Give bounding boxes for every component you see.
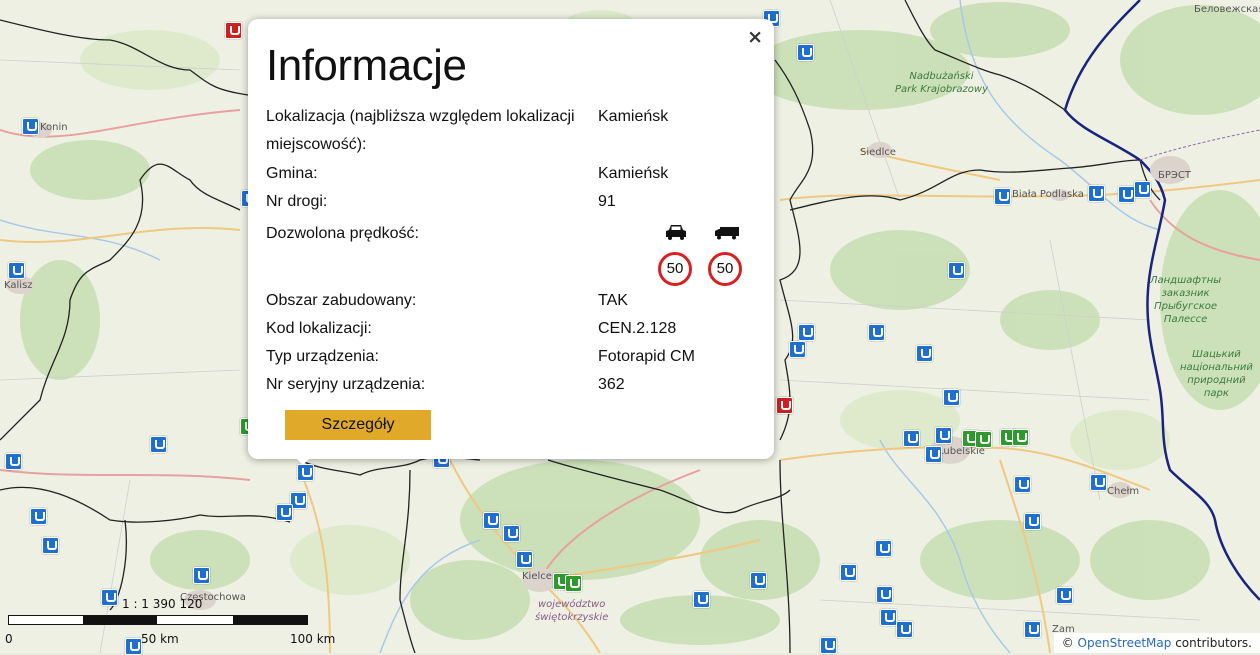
speed-camera-marker[interactable]: [935, 427, 952, 444]
close-button[interactable]: ×: [747, 26, 763, 48]
speed-camera-marker[interactable]: [1014, 476, 1031, 493]
speed-camera-marker[interactable]: [925, 446, 942, 463]
details-button[interactable]: Szczegóły: [285, 410, 431, 440]
scale-label-mid: 50 km: [141, 632, 179, 646]
location-code-label: Kod lokalizacji:: [266, 320, 372, 337]
speed-camera-marker[interactable]: [193, 567, 210, 584]
popup-title: Informacje: [266, 41, 467, 90]
serial-number-label: Nr seryjny urządzenia:: [266, 376, 426, 393]
speed-camera-marker[interactable]: [916, 345, 933, 362]
place-label-bialowieska: Беловежская: [1194, 4, 1260, 15]
speed-camera-marker[interactable]: [42, 537, 59, 554]
speed-camera-marker[interactable]: [101, 589, 118, 606]
place-label-biala-podlaska: Biała Podlaska: [1012, 189, 1084, 200]
speed-camera-marker[interactable]: [5, 453, 22, 470]
speed-camera-marker[interactable]: [1134, 181, 1151, 198]
speed-camera-marker[interactable]: [565, 575, 582, 592]
speed-camera-marker[interactable]: [1088, 185, 1105, 202]
place-label-nadbuzanski: Nadbużański Park Krajobrazowy: [895, 71, 988, 95]
speed-camera-marker[interactable]: [776, 397, 793, 414]
speed-camera-marker[interactable]: [820, 637, 837, 654]
speed-camera-marker[interactable]: [798, 324, 815, 341]
popup-pointer: [293, 455, 313, 465]
place-label-konin: Konin: [40, 122, 68, 133]
speed-camera-marker[interactable]: [750, 572, 767, 589]
built-up-area-label: Obszar zabudowany:: [266, 292, 417, 309]
municipality-label: Gmina:: [266, 165, 318, 182]
speed-camera-marker[interactable]: [896, 621, 913, 638]
speed-camera-marker[interactable]: [994, 188, 1011, 205]
scale-bar: [8, 615, 308, 625]
location-label-cont: miejscowość):: [266, 136, 367, 153]
osm-link[interactable]: OpenStreetMap: [1078, 636, 1172, 650]
municipality-value: Kamieńsk: [598, 165, 669, 182]
speed-camera-marker[interactable]: [22, 118, 39, 135]
speed-camera-marker[interactable]: [880, 609, 897, 626]
road-number-value: 91: [598, 193, 616, 210]
scale-label-end: 100 km: [290, 632, 336, 646]
place-label-siedlce: Siedlce: [860, 147, 897, 158]
speed-camera-marker[interactable]: [943, 389, 960, 406]
speed-camera-marker[interactable]: [840, 564, 857, 581]
speed-camera-marker[interactable]: [797, 44, 814, 61]
speed-camera-marker[interactable]: [1090, 474, 1107, 491]
place-label-shatsky: Шацький національний природний парк: [1180, 349, 1253, 399]
place-label-zakaznik: Ландшафтны заказник Прыбугское Палессе: [1150, 275, 1222, 325]
place-label-chelm: Chełm: [1107, 486, 1140, 497]
speed-camera-marker[interactable]: [975, 431, 992, 448]
built-up-area-value: TAK: [598, 292, 628, 309]
map-attribution: © OpenStreetMap contributors.: [1053, 633, 1260, 653]
speed-camera-marker[interactable]: [1024, 513, 1041, 530]
speed-camera-marker[interactable]: [225, 22, 242, 39]
speed-camera-marker[interactable]: [693, 591, 710, 608]
device-type-value: Fotorapid CM: [598, 348, 695, 365]
car-icon: [666, 225, 686, 240]
location-label: Lokalizacja (najbliższa względem lokaliz…: [266, 108, 575, 125]
speed-camera-marker[interactable]: [8, 262, 25, 279]
scale-label-zero: 0: [5, 632, 13, 646]
scale-ratio: 1 : 1 390 120: [122, 597, 203, 611]
place-label-kielce: Kielce: [522, 571, 552, 582]
speed-camera-marker[interactable]: [1012, 429, 1029, 446]
speed-limit-label: Dozwolona prędkość:: [266, 225, 419, 242]
speed-camera-marker[interactable]: [876, 586, 893, 603]
speed-camera-marker[interactable]: [1118, 186, 1135, 203]
speed-camera-marker[interactable]: [875, 540, 892, 557]
speed-camera-marker[interactable]: [503, 525, 520, 542]
speed-camera-marker[interactable]: [868, 324, 885, 341]
truck-speed-limit-sign: 50: [708, 252, 742, 286]
speed-camera-marker[interactable]: [1056, 587, 1073, 604]
speed-camera-marker[interactable]: [948, 262, 965, 279]
speed-camera-marker[interactable]: [789, 341, 806, 358]
place-label-swietokrzyskie: województwo świętokrzyskie: [535, 599, 609, 623]
speed-camera-marker[interactable]: [125, 638, 142, 655]
speed-camera-marker[interactable]: [30, 508, 47, 525]
place-label-brest: БРЭСТ: [1158, 170, 1191, 181]
place-label-kalisz: Kalisz: [4, 280, 33, 291]
speed-camera-marker[interactable]: [297, 464, 314, 481]
road-number-label: Nr drogi:: [266, 193, 328, 210]
truck-icon: [715, 227, 739, 240]
speed-camera-marker[interactable]: [276, 504, 293, 521]
speed-camera-marker[interactable]: [483, 512, 500, 529]
speed-camera-marker[interactable]: [150, 436, 167, 453]
serial-number-value: 362: [598, 376, 625, 393]
location-code-value: CEN.2.128: [598, 320, 677, 337]
location-value: Kamieńsk: [598, 108, 669, 125]
info-popup: × Informacje Lokalizacja (najbliższa wzg…: [248, 19, 774, 459]
device-type-label: Typ urządzenia:: [266, 348, 379, 365]
car-speed-limit-sign: 50: [658, 252, 692, 286]
speed-camera-marker[interactable]: [1024, 621, 1041, 638]
speed-camera-marker[interactable]: [903, 430, 920, 447]
speed-camera-marker[interactable]: [516, 551, 533, 568]
